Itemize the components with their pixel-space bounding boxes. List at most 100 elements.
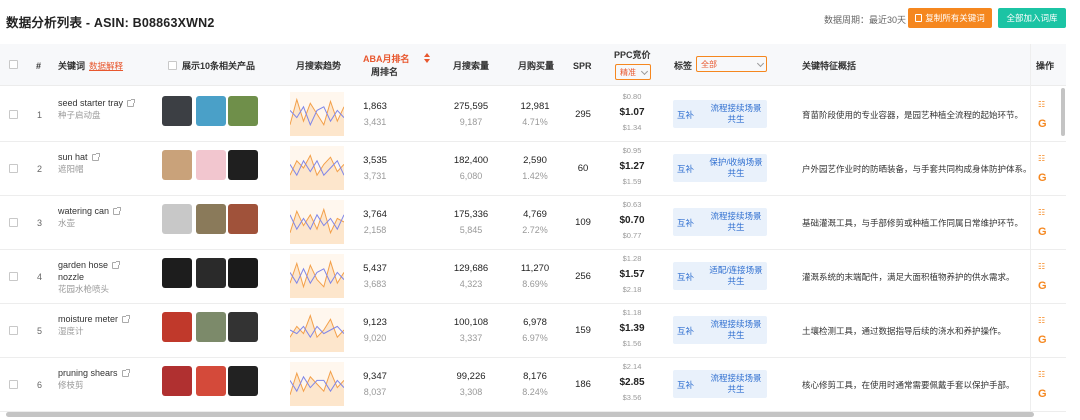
tag-filter-select[interactable]: 全部	[696, 56, 767, 72]
external-link-icon[interactable]	[121, 369, 130, 377]
keyword-translation: 水壶	[58, 218, 76, 228]
monthly-trend-chart[interactable]	[290, 308, 344, 352]
relation-tag[interactable]: 互补 流程接续场景共生	[673, 370, 767, 398]
aba-monthly-rank: 3,535	[363, 155, 387, 166]
monthly-search-cell: 175,336 5,845	[448, 209, 494, 236]
ppc-low-bid: $0.95	[622, 146, 642, 155]
vertical-scrollbar[interactable]	[1061, 88, 1065, 136]
product-image[interactable]	[228, 258, 258, 288]
spr-value: 159	[575, 325, 591, 336]
keyword-text[interactable]: sun hat	[58, 151, 158, 163]
product-image[interactable]	[162, 96, 192, 126]
keyword-text[interactable]: moisture meter	[58, 313, 158, 325]
monthly-trend-chart[interactable]	[290, 200, 344, 244]
external-link-icon[interactable]	[113, 207, 122, 215]
col-monthly-search: 月搜索量	[453, 61, 490, 71]
row-index: 1	[37, 110, 43, 120]
analyze-icon[interactable]: ☷	[1038, 262, 1048, 271]
row-checkbox[interactable]	[9, 164, 18, 173]
aba-monthly-rank: 9,347	[363, 371, 387, 382]
keyword-text-label: moisture meter	[58, 314, 119, 324]
row-checkbox[interactable]	[9, 110, 18, 119]
product-image[interactable]	[162, 150, 192, 180]
product-image[interactable]	[196, 312, 226, 342]
add-all-to-library-button[interactable]: 全部加入词库	[998, 8, 1066, 28]
col-ppc: PPC竞价	[614, 50, 651, 60]
external-link-icon[interactable]	[122, 315, 131, 323]
product-image[interactable]	[228, 366, 258, 396]
monthly-search-value: 275,595	[453, 101, 489, 112]
keyword-analysis-page: 数据分析列表 - ASIN: B08863XWN2 数据周期：最近30天 复制所…	[0, 0, 1080, 420]
product-image[interactable]	[228, 150, 258, 180]
product-image[interactable]	[228, 312, 258, 342]
spr-value: 60	[577, 163, 589, 174]
google-icon[interactable]: G	[1038, 334, 1047, 346]
row-checkbox[interactable]	[9, 380, 18, 389]
monthly-buy-value: 8,176	[523, 371, 547, 382]
ppc-low-bid: $0.63	[622, 200, 642, 209]
product-image[interactable]	[162, 258, 192, 288]
tag-relation-type: 互补	[677, 326, 695, 336]
analyze-icon[interactable]: ☷	[1038, 208, 1048, 217]
relation-tag[interactable]: 互补 流程接续场景共生	[673, 100, 767, 128]
product-image[interactable]	[162, 204, 192, 234]
relation-tag[interactable]: 互补 保护/收纳场景共生	[673, 154, 767, 182]
row-checkbox[interactable]	[9, 272, 18, 281]
copy-all-keywords-button[interactable]: 复制所有关键词	[908, 8, 992, 28]
keyword-text[interactable]: garden hose	[58, 259, 158, 271]
daily-search-value: 3,308	[459, 387, 483, 397]
google-icon[interactable]: G	[1038, 118, 1047, 130]
monthly-search-value: 100,108	[453, 317, 489, 328]
relation-tag[interactable]: 互补 适配/连接场景共生	[673, 262, 767, 290]
horizontal-scrollbar[interactable]	[6, 412, 1034, 417]
ppc-suggested-bid: $1.27	[619, 161, 645, 172]
google-icon[interactable]: G	[1038, 388, 1047, 400]
ppc-match-select[interactable]: 精准	[615, 64, 651, 80]
row-checkbox[interactable]	[9, 218, 18, 227]
row-index: 5	[37, 326, 43, 336]
external-link-icon[interactable]	[91, 153, 100, 161]
row-index: 6	[37, 380, 43, 390]
data-explanation-link[interactable]: 数据解释	[89, 61, 123, 71]
col-week-rank: 周排名	[371, 67, 399, 77]
external-link-icon[interactable]	[112, 261, 121, 269]
google-icon[interactable]: G	[1038, 280, 1047, 292]
monthly-trend-chart[interactable]	[290, 92, 344, 136]
keyword-text-label: garden hose	[58, 260, 109, 270]
product-image[interactable]	[196, 366, 226, 396]
product-image[interactable]	[196, 150, 226, 180]
analyze-icon[interactable]: ☷	[1038, 100, 1048, 109]
select-all-checkbox[interactable]	[9, 60, 18, 69]
keyword-text[interactable]: pruning shears	[58, 367, 158, 379]
monthly-buy-cell: 11,270 8.69%	[512, 263, 558, 290]
keyword-text[interactable]: seed starter tray	[58, 97, 158, 109]
analyze-icon[interactable]: ☷	[1038, 154, 1048, 163]
product-image[interactable]	[162, 366, 192, 396]
keyword-cell: sun hat 遮阳帽	[58, 151, 158, 175]
tag-relation-type: 互补	[677, 380, 695, 390]
monthly-search-value: 182,400	[453, 155, 489, 166]
show-products-checkbox[interactable]	[168, 61, 177, 70]
monthly-trend-chart[interactable]	[290, 146, 344, 190]
col-aba-rank[interactable]: ABA月排名	[363, 53, 410, 65]
google-icon[interactable]: G	[1038, 172, 1047, 184]
external-link-icon[interactable]	[127, 99, 136, 107]
product-image[interactable]	[196, 204, 226, 234]
analyze-icon[interactable]: ☷	[1038, 316, 1048, 325]
product-image[interactable]	[228, 204, 258, 234]
spr-value: 256	[575, 271, 591, 282]
row-checkbox[interactable]	[9, 326, 18, 335]
product-image[interactable]	[196, 96, 226, 126]
google-icon[interactable]: G	[1038, 226, 1047, 238]
product-image[interactable]	[228, 96, 258, 126]
keyword-text[interactable]: watering can	[58, 205, 158, 217]
page-title: 数据分析列表 - ASIN: B08863XWN2	[6, 16, 215, 30]
sort-icon[interactable]	[424, 53, 430, 63]
monthly-trend-chart[interactable]	[290, 362, 344, 406]
monthly-trend-chart[interactable]	[290, 254, 344, 298]
relation-tag[interactable]: 互补 流程接续场景共生	[673, 208, 767, 236]
product-image[interactable]	[162, 312, 192, 342]
product-image[interactable]	[196, 258, 226, 288]
relation-tag[interactable]: 互补 流程接续场景共生	[673, 316, 767, 344]
analyze-icon[interactable]: ☷	[1038, 370, 1048, 379]
